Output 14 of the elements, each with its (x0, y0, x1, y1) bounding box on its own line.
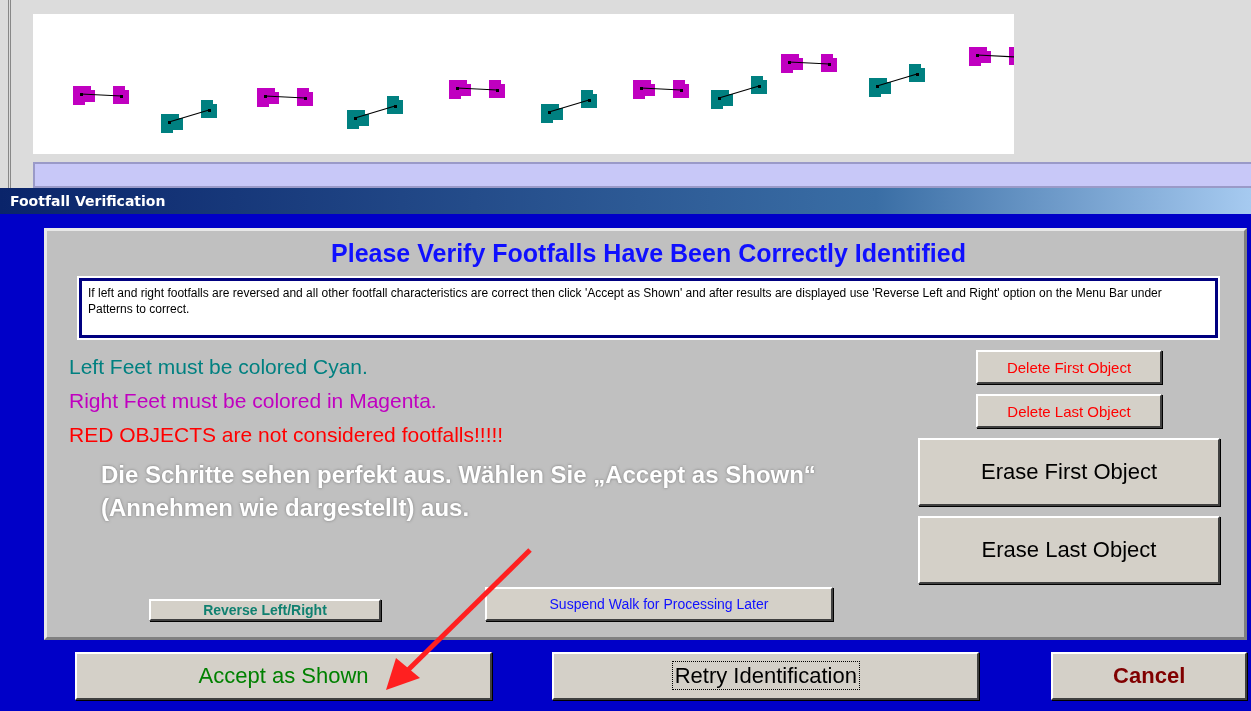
action-button[interactable]: Cancel (1051, 651, 1247, 700)
action-button[interactable]: Retry Identification (552, 651, 980, 700)
window-title: Footfall Verification (0, 188, 1251, 214)
legend-text: Left Feet must be colored Cyan. (69, 354, 369, 380)
message-text: If left and right footfalls are reversed and all other footfall characteristics are correct then click 'Accept as Shown' and after results are displayed use 'Reverse Left and Right' option on the Menu Bar under Patterns to correct. (82, 281, 1215, 335)
annotation-text: Die Schritte sehen perfekt aus. Wählen Sie „Accept as Shown“ (Annehmen wie dargestellt) aus. (101, 460, 817, 523)
option-button[interactable]: Suspend Walk for Processing Later (485, 587, 833, 621)
erase-button[interactable]: Erase Last Object (918, 516, 1220, 584)
heading: Please Verify Footfalls Have Been Correctly Identified (330, 239, 967, 268)
action-button[interactable]: Accept as Shown (75, 651, 493, 700)
erase-button[interactable]: Erase First Object (918, 438, 1220, 506)
legend-text: Right Feet must be colored in Magenta. (69, 388, 438, 414)
legend-text: RED OBJECTS are not considered footfalls!!!!! (69, 422, 505, 448)
option-button[interactable]: Reverse Left/Right (149, 599, 381, 621)
